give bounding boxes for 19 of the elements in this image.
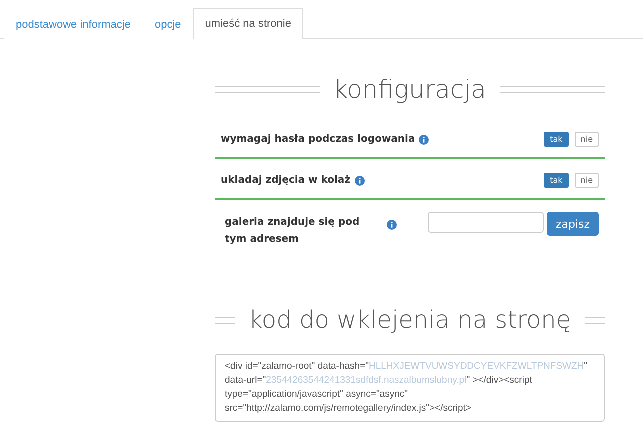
toggle-option[interactable]: nie (574, 132, 599, 147)
tab[interactable]: opcje (142, 10, 194, 39)
info-icon[interactable] (419, 134, 430, 144)
toggle-option[interactable]: tak (544, 132, 569, 147)
setting-label: ukladaj zdjęcia w kolaż (221, 175, 351, 186)
section-heading: kod do wklejenia na stronę (248, 306, 572, 334)
save-button[interactable]: zapisz (546, 212, 599, 236)
tab[interactable]: umieść na stronie (193, 8, 304, 39)
double-rule (215, 316, 235, 324)
section-heading: konfiguracja (334, 75, 486, 104)
info-icon[interactable] (354, 176, 365, 186)
address-field[interactable] (428, 212, 544, 233)
info-icon[interactable] (387, 220, 397, 230)
setting-label: galeria znajduje się pod tym adresem (225, 216, 361, 247)
toggle-option[interactable]: tak (544, 173, 569, 188)
setting-label: wymagaj hasła podczas logowania (221, 134, 416, 145)
embed-code-field[interactable]: <div id="zalamo-root" data-hash="HLLHXJEWTVUWSYDDCYEVKFZWLTPNFSWZH" data-url="23544263544241331sdfdsf.naszalbumslubny.pl" ></div><script type="application/javascript" async="async" src="http://zalamo.com/js/remotegallery/index.js"></script> (215, 354, 605, 422)
toggle-option[interactable]: nie (574, 173, 599, 188)
double-rule (585, 316, 605, 324)
